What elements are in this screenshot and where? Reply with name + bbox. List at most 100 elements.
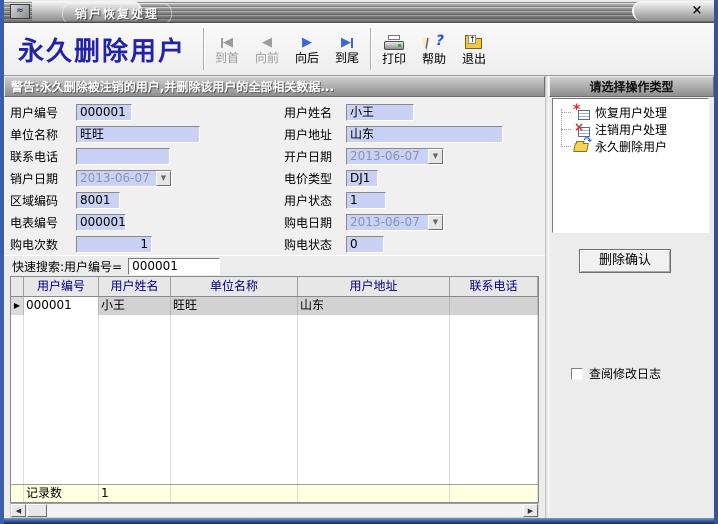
user-status-field[interactable]: 1	[346, 192, 386, 209]
user-address-field[interactable]: 山东	[346, 126, 503, 143]
selector-header-cell	[11, 277, 24, 296]
printer-icon	[383, 35, 405, 51]
toolbar: 永久删除用户 ◀ 到首 ◀ 向前 ▶ 向后 ▶ 到尾 打印 ?	[4, 23, 714, 76]
meter-id-field[interactable]: 000001	[76, 214, 126, 231]
close-icon[interactable]: ×	[688, 3, 706, 19]
column-header: 用户姓名	[99, 277, 171, 296]
field-label: 销户日期	[10, 170, 72, 187]
chevron-down-icon[interactable]: ▼	[156, 171, 171, 186]
field-label: 单位名称	[10, 126, 72, 143]
record-count-label: 记录数	[24, 485, 99, 502]
tree-item-restore-user[interactable]: * 恢复用户处理	[559, 104, 708, 121]
nav-next-icon: ▶	[302, 35, 312, 50]
main-area: 警告:永久删除被注销的用户,并删除该用户的全部相关数据... 用户编号00000…	[4, 76, 545, 519]
app-window: ≈ 销户恢复处理 × 永久删除用户 ◀ 到首 ◀ 向前 ▶ 向后 ▶ 到尾 打印	[0, 0, 718, 524]
window-title: 销户恢复处理	[62, 3, 172, 23]
nav-next-button[interactable]: ▶ 向后	[287, 23, 327, 75]
page-title: 永久删除用户	[4, 23, 200, 75]
toolbar-separator	[203, 28, 204, 70]
column-header: 单位名称	[171, 277, 298, 296]
user-detail-form: 用户编号000001 单位名称旺旺 联系电话 销户日期 2013-06-07 ▼…	[4, 97, 545, 255]
price-type-field[interactable]: DJ1	[346, 170, 378, 187]
field-label: 用户状态	[284, 192, 342, 209]
exit-button[interactable]: ↑ 退出	[454, 23, 494, 75]
chevron-down-icon[interactable]: ▼	[428, 149, 443, 164]
row-selector-icon: ▶	[11, 297, 24, 315]
operation-tree: * 恢复用户处理 × 注销用户处理 ↷ 永久删除用户	[552, 98, 709, 233]
table-empty-area	[11, 315, 538, 484]
chevron-down-icon[interactable]: ▼	[428, 215, 443, 230]
cell-unit-name[interactable]: 旺旺	[171, 297, 298, 315]
column-header: 用户编号	[24, 277, 99, 296]
purchase-status-field[interactable]: 0	[346, 236, 384, 253]
field-label: 电价类型	[284, 170, 342, 187]
unit-name-field[interactable]: 旺旺	[76, 126, 200, 143]
cell-phone[interactable]	[450, 297, 538, 315]
close-date-combobox[interactable]: 2013-06-07 ▼	[76, 170, 172, 187]
title-bar: ≈ 销户恢复处理 ×	[4, 0, 714, 23]
view-log-checkbox-row[interactable]: 查阅修改日志	[571, 365, 661, 382]
restore-user-icon: *	[573, 106, 592, 120]
user-name-field[interactable]: 小王	[346, 104, 414, 121]
cancel-user-icon: ×	[573, 123, 592, 137]
table-header-row: 用户编号 用户姓名 单位名称 用户地址 联系电话	[11, 277, 538, 297]
print-button[interactable]: 打印	[374, 23, 414, 75]
user-table: 用户编号 用户姓名 单位名称 用户地址 联系电话 ▶ 000001 小王 旺旺 …	[10, 276, 539, 503]
scroll-right-icon[interactable]: ▶	[523, 504, 538, 517]
column-header: 用户地址	[298, 277, 450, 296]
table-row[interactable]: ▶ 000001 小王 旺旺 山东	[11, 297, 538, 315]
toolbar-separator	[370, 28, 371, 70]
purchase-count-field[interactable]: 1	[76, 236, 152, 253]
window-bottom-border	[0, 518, 718, 524]
nav-prev-button: ◀ 向前	[247, 23, 287, 75]
search-input[interactable]: 000001	[128, 258, 220, 275]
cell-user-name[interactable]: 小王	[99, 297, 171, 315]
cell-user-id[interactable]: 000001	[24, 297, 99, 315]
field-label: 用户姓名	[284, 104, 342, 121]
help-cursor-icon: ?	[423, 35, 445, 51]
region-code-field[interactable]: 8001	[76, 192, 120, 209]
delete-confirm-button[interactable]: 删除确认	[579, 249, 671, 273]
quick-search-bar: 快速搜索:用户编号= 000001	[4, 255, 545, 276]
tree-item-cancel-user[interactable]: × 注销用户处理	[559, 121, 708, 138]
cell-user-address[interactable]: 山东	[298, 297, 450, 315]
panel-body: * 恢复用户处理 × 注销用户处理 ↷ 永久删除用户 删除确认 查阅修改日志	[549, 97, 714, 519]
scrollbar-thumb[interactable]	[27, 504, 47, 517]
field-label: 用户地址	[284, 126, 342, 143]
field-label: 购电日期	[284, 214, 342, 231]
help-button[interactable]: ? 帮助	[414, 23, 454, 75]
checkbox-label: 查阅修改日志	[589, 365, 661, 382]
form-left-column: 用户编号000001 单位名称旺旺 联系电话 销户日期 2013-06-07 ▼…	[10, 101, 200, 255]
panel-title: 请选择操作类型	[549, 76, 714, 97]
app-icon: ≈	[10, 4, 30, 19]
search-label: 快速搜索:用户编号=	[12, 258, 122, 275]
user-id-field[interactable]: 000001	[76, 104, 132, 121]
column-header: 联系电话	[450, 277, 538, 296]
nav-prev-icon: ◀	[262, 35, 272, 50]
field-label: 购电状态	[284, 236, 342, 253]
field-label: 用户编号	[10, 104, 72, 121]
exit-folder-icon: ↑	[463, 35, 485, 51]
table-footer-row: 记录数 1	[11, 484, 538, 502]
checkbox-icon[interactable]	[571, 368, 583, 380]
field-label: 购电次数	[10, 236, 72, 253]
nav-last-icon: ▶	[341, 35, 353, 50]
warning-bar: 警告:永久删除被注销的用户,并删除该用户的全部相关数据...	[4, 76, 545, 97]
scrollbar-track[interactable]	[47, 504, 523, 517]
field-label: 电表编号	[10, 214, 72, 231]
purchase-date-combobox[interactable]: 2013-06-07 ▼	[346, 214, 444, 231]
tree-item-delete-user[interactable]: ↷ 永久删除用户	[559, 138, 708, 155]
delete-user-folder-icon: ↷	[573, 140, 592, 154]
nav-first-icon: ◀	[221, 35, 233, 50]
phone-field[interactable]	[76, 148, 170, 165]
open-date-combobox[interactable]: 2013-06-07 ▼	[346, 148, 444, 165]
scroll-left-icon[interactable]: ◀	[11, 504, 26, 517]
field-label: 区域编码	[10, 192, 72, 209]
record-count-value: 1	[99, 485, 171, 502]
content-area: 警告:永久删除被注销的用户,并删除该用户的全部相关数据... 用户编号00000…	[4, 76, 714, 519]
form-right-column: 用户姓名小王 用户地址山东 开户日期 2013-06-07 ▼ 电价类型DJ1 …	[284, 101, 503, 255]
nav-last-button[interactable]: ▶ 到尾	[327, 23, 367, 75]
horizontal-scrollbar[interactable]: ◀ ▶	[10, 503, 539, 518]
field-label: 开户日期	[284, 148, 342, 165]
operation-panel: 请选择操作类型 * 恢复用户处理 × 注销用户处理 ↷ 永久删除用户	[549, 76, 714, 519]
